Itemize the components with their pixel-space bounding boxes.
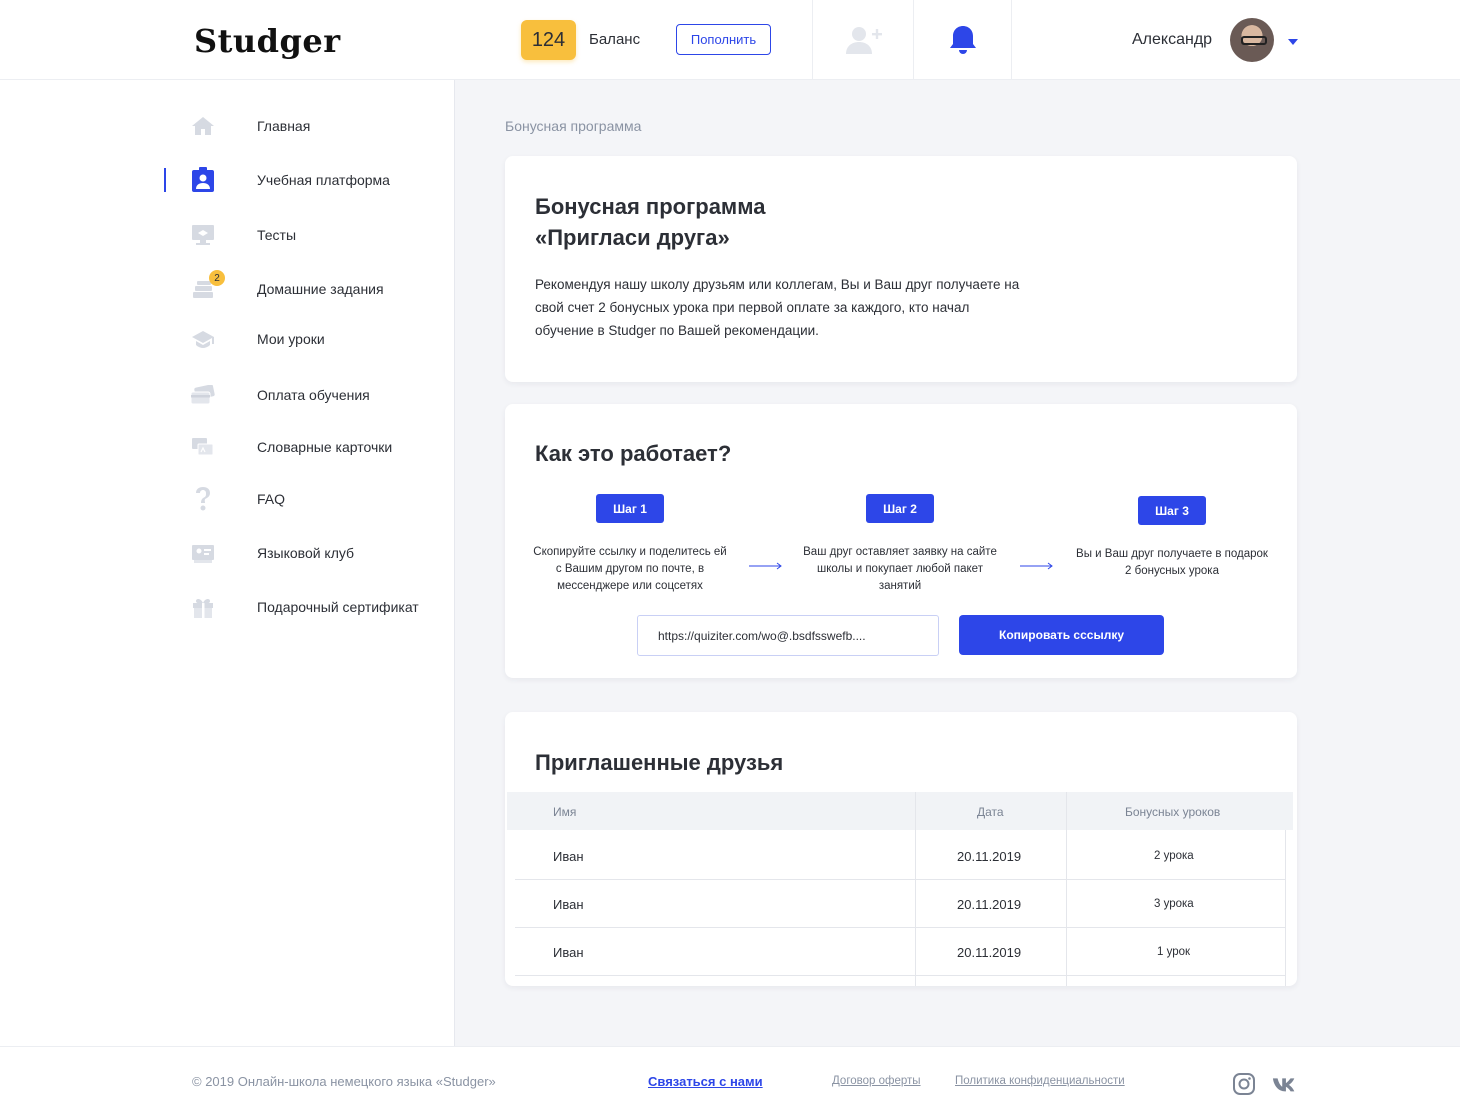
sidebar-item-label: Оплата обучения bbox=[257, 387, 370, 403]
table-row[interactable]: Иван 20.11.2019 2 урока bbox=[515, 832, 1285, 880]
how-it-works-card: Как это работает? Шаг 1 Скопируйте ссылк… bbox=[505, 404, 1297, 678]
credit-card-icon bbox=[190, 382, 216, 408]
step-3-badge: Шаг 3 bbox=[1138, 496, 1206, 525]
sidebar-item-label: Мои уроки bbox=[257, 331, 325, 347]
sidebar-item-homework[interactable]: 2 Домашние задания bbox=[190, 270, 450, 304]
arrow-right-icon bbox=[749, 562, 782, 570]
sidebar-item-label: FAQ bbox=[257, 491, 286, 507]
page-title: Бонусная программа «Пригласи друга» bbox=[535, 191, 935, 253]
sidebar-item-label: Главная bbox=[257, 118, 311, 134]
club-icon bbox=[190, 540, 216, 566]
instagram-icon[interactable] bbox=[1231, 1071, 1257, 1097]
sidebar-item-label: Языковой клуб bbox=[257, 545, 355, 561]
column-header-name: Имя bbox=[553, 805, 577, 819]
step-2-text: Ваш друг оставляет заявку на сайте школы… bbox=[803, 546, 997, 592]
sidebar-item-label: Домашние задания bbox=[257, 281, 384, 297]
sidebar-item-label: Подарочный сертификат bbox=[257, 599, 419, 615]
copy-link-button[interactable]: Копировать сссылку bbox=[959, 615, 1164, 655]
step-2-badge: Шаг 2 bbox=[866, 494, 934, 523]
cell-date: 20.11.2019 bbox=[957, 945, 1022, 960]
badge-icon bbox=[190, 167, 216, 193]
sidebar-item-cards[interactable]: Словарные карточки bbox=[190, 432, 450, 462]
sidebar-item-home[interactable]: Главная bbox=[190, 111, 450, 141]
step-3-text: Вы и Ваш друг получаете в подарок 2 бону… bbox=[1076, 548, 1268, 577]
active-indicator bbox=[164, 168, 166, 192]
cell-date: 20.11.2019 bbox=[957, 897, 1022, 912]
homework-count-badge: 2 bbox=[209, 270, 225, 286]
gift-icon bbox=[190, 594, 216, 620]
sidebar-item-lessons[interactable]: Мои уроки bbox=[190, 324, 450, 354]
topup-button[interactable]: Пополнить bbox=[676, 24, 771, 55]
vk-icon[interactable] bbox=[1272, 1071, 1298, 1097]
contact-link[interactable]: Связаться с нами bbox=[648, 1074, 763, 1089]
column-divider bbox=[1285, 830, 1286, 986]
referral-link-input[interactable]: https://quiziter.com/wo@.bsdfsswefb.... bbox=[637, 615, 939, 656]
cell-bonus: 2 урока bbox=[1154, 850, 1194, 862]
graduation-cap-icon bbox=[190, 326, 216, 352]
sidebar-item-label: Словарные карточки bbox=[257, 439, 393, 455]
notifications-button[interactable] bbox=[913, 0, 1012, 79]
intro-card: Бонусная программа «Пригласи друга» Реко… bbox=[505, 156, 1297, 382]
how-title: Как это работает? bbox=[535, 441, 732, 466]
cell-bonus: 1 урок bbox=[1157, 946, 1191, 958]
monitor-icon bbox=[190, 222, 216, 248]
table-header: Имя Дата Бонусных уроков bbox=[507, 792, 1293, 830]
breadcrumb: Бонусная программа bbox=[505, 118, 642, 134]
invited-friends-card: Приглашенные друзья Имя Дата Бонусных ур… bbox=[505, 712, 1297, 986]
sidebar-item-faq[interactable]: FAQ bbox=[190, 484, 450, 514]
cell-name: Иван bbox=[553, 849, 584, 864]
chevron-down-icon[interactable] bbox=[1288, 39, 1298, 45]
sidebar-item-gift[interactable]: Подарочный сертификат bbox=[190, 592, 450, 622]
cell-name: Иван bbox=[553, 897, 584, 912]
invite-friend-button[interactable] bbox=[812, 0, 913, 79]
balance-value: 124 bbox=[521, 20, 576, 60]
cell-date: 20.11.2019 bbox=[957, 849, 1022, 864]
step-1-text: Скопируйте ссылку и поделитесь ей с Ваши… bbox=[533, 546, 727, 592]
user-name[interactable]: Александр bbox=[1132, 31, 1212, 49]
privacy-link[interactable]: Политика конфиденциальности bbox=[955, 1075, 1125, 1087]
cards-icon bbox=[190, 434, 216, 460]
logo[interactable]: Studger bbox=[194, 22, 341, 60]
copyright: © 2019 Онлайн-школа немецкого языка «Stu… bbox=[192, 1074, 496, 1089]
friends-title: Приглашенные друзья bbox=[535, 750, 784, 775]
balance-label: Баланс bbox=[589, 31, 641, 48]
top-header: Studger 124 Баланс Пополнить Александр bbox=[0, 0, 1460, 80]
column-header-bonus: Бонусных уроков bbox=[1125, 805, 1221, 819]
column-header-date: Дата bbox=[977, 805, 1004, 819]
sidebar-item-payment[interactable]: Оплата обучения bbox=[190, 380, 450, 410]
add-user-icon bbox=[846, 26, 882, 54]
cell-bonus: 3 урока bbox=[1154, 898, 1194, 910]
home-icon bbox=[190, 113, 216, 139]
intro-description: Рекомендуя нашу школу друзьям или коллег… bbox=[535, 277, 1020, 338]
avatar[interactable] bbox=[1230, 18, 1274, 62]
question-icon bbox=[190, 486, 216, 512]
sidebar-item-label: Учебная платформа bbox=[257, 172, 390, 188]
table-row[interactable]: Иван 20.11.2019 1 урок bbox=[515, 928, 1285, 976]
title-line-1: Бонусная программа bbox=[535, 194, 766, 219]
books-icon: 2 bbox=[190, 270, 225, 302]
sidebar-item-label: Тесты bbox=[257, 227, 297, 243]
title-line-2: «Пригласи друга» bbox=[535, 225, 730, 250]
offer-link[interactable]: Договор оферты bbox=[832, 1075, 921, 1087]
bell-icon bbox=[949, 25, 976, 54]
sidebar-item-tests[interactable]: Тесты bbox=[190, 220, 450, 250]
footer: © 2019 Онлайн-школа немецкого языка «Stu… bbox=[0, 1046, 1460, 1117]
step-1-badge: Шаг 1 bbox=[596, 494, 664, 523]
cell-name: Иван bbox=[553, 945, 584, 960]
table-row[interactable]: Иван 20.11.2019 3 урока bbox=[515, 880, 1285, 928]
sidebar-item-club[interactable]: Языковой клуб bbox=[190, 538, 450, 568]
sidebar-item-platform[interactable]: Учебная платформа bbox=[190, 165, 450, 195]
arrow-right-icon bbox=[1020, 562, 1053, 570]
